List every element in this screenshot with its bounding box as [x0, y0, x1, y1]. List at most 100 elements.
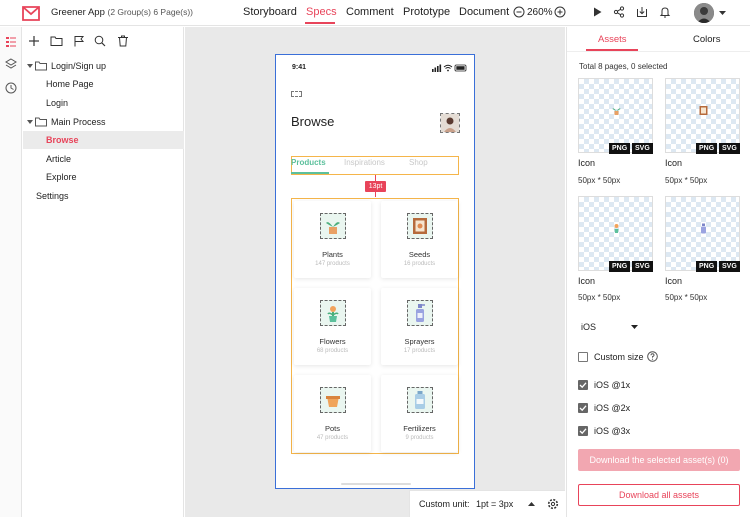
folder-icon	[35, 61, 47, 71]
asset-thumbnail[interactable]: PNG SVG	[578, 78, 653, 154]
page-row-article[interactable]: Article	[23, 150, 184, 168]
tab-colors[interactable]: Colors	[693, 34, 720, 45]
custom-size-checkbox[interactable]	[578, 352, 588, 362]
tab-comment[interactable]: Comment	[346, 6, 394, 18]
category-card-seeds[interactable]: Seeds 16 products	[381, 201, 458, 278]
category-name: Seeds	[408, 250, 431, 259]
flower-pot-icon	[320, 300, 346, 326]
category-card-plants[interactable]: Plants 147 products	[294, 201, 371, 278]
download-selected-button[interactable]: Download the selected asset(s) (0)	[578, 449, 740, 471]
scale-1x-checkbox[interactable]	[578, 380, 588, 390]
zoom-level: 260%	[527, 7, 553, 18]
tab-assets[interactable]: Assets	[598, 34, 627, 45]
play-icon[interactable]	[591, 6, 603, 18]
png-badge[interactable]: PNG	[696, 143, 718, 154]
page-label: Browse	[46, 135, 79, 145]
asset-size: 50px * 50px	[665, 293, 708, 302]
settings-gear-icon[interactable]	[547, 498, 559, 510]
left-rail	[0, 27, 22, 517]
user-avatar[interactable]	[694, 3, 714, 23]
folder-icon	[35, 117, 47, 127]
page-label: Settings	[36, 191, 69, 201]
png-badge[interactable]: PNG	[609, 143, 631, 154]
pages-list-icon[interactable]	[5, 36, 17, 48]
download-icon[interactable]	[636, 6, 648, 18]
assets-summary: Total 8 pages, 0 selected	[579, 62, 668, 71]
tab-prototype[interactable]: Prototype	[403, 6, 450, 18]
svg-badge[interactable]: SVG	[719, 261, 740, 272]
download-all-button[interactable]: Download all assets	[578, 484, 740, 506]
page-row-browse[interactable]: Browse	[23, 131, 184, 149]
phone-artboard[interactable]: 9:41 Browse Products Inspirations Shop 1…	[275, 54, 475, 489]
help-icon[interactable]	[647, 351, 658, 362]
top-bar: Greener App (2 Group(s) 6 Page(s)) Story…	[0, 0, 750, 26]
history-clock-icon[interactable]	[5, 82, 17, 94]
expand-caret-icon[interactable]	[27, 120, 33, 125]
tab-shop[interactable]: Shop	[409, 158, 428, 167]
products-tab-underline	[291, 172, 329, 174]
zoom-out-icon[interactable]	[513, 6, 525, 18]
seeds-frame-icon	[698, 105, 709, 116]
group-row-login-signup[interactable]: Login/Sign up	[23, 57, 184, 75]
tab-storyboard[interactable]: Storyboard	[243, 6, 297, 18]
sprayer-icon	[407, 300, 433, 326]
asset-thumbnail[interactable]: PNG SVG	[665, 78, 740, 154]
active-tab-underline	[305, 22, 335, 24]
avatar-dropdown-icon[interactable]	[719, 11, 726, 16]
notification-bell-icon[interactable]	[659, 6, 671, 18]
fertilizer-icon	[407, 387, 433, 413]
flag-icon[interactable]	[73, 35, 85, 47]
app-logo[interactable]	[22, 6, 40, 21]
profile-avatar[interactable]	[440, 113, 460, 133]
page-row-settings[interactable]: Settings	[23, 187, 184, 205]
new-folder-icon[interactable]	[50, 35, 63, 47]
unit-dropdown-icon[interactable]	[528, 502, 535, 507]
tab-products[interactable]: Products	[291, 158, 326, 167]
svg-badge[interactable]: SVG	[632, 261, 653, 272]
pages-panel: Login/Sign up Home Page Login Main Proce…	[23, 27, 184, 517]
pot-icon	[320, 387, 346, 413]
custom-unit-bar: Custom unit: 1pt = 3px	[409, 490, 565, 517]
menu-icon[interactable]	[291, 91, 302, 97]
scale-3x-checkbox[interactable]	[578, 426, 588, 436]
svg-badge[interactable]: SVG	[719, 143, 740, 154]
unit-value[interactable]: 1pt = 3px	[476, 499, 513, 509]
png-badge[interactable]: PNG	[609, 261, 631, 272]
expand-caret-icon[interactable]	[27, 64, 33, 69]
category-name: Pots	[324, 424, 340, 433]
png-badge[interactable]: PNG	[696, 261, 718, 272]
seeds-frame-icon	[407, 213, 433, 239]
svg-badge[interactable]: SVG	[632, 143, 653, 154]
asset-thumbnail[interactable]: PNG SVG	[665, 196, 740, 272]
zoom-in-icon[interactable]	[554, 6, 566, 18]
asset-thumbnail[interactable]: PNG SVG	[578, 196, 653, 272]
category-count: 147 products	[315, 261, 350, 267]
spacing-badge: 13pt	[365, 181, 386, 192]
layers-icon[interactable]	[5, 58, 17, 70]
category-card-sprayers[interactable]: Sprayers 17 products	[381, 288, 458, 365]
asset-name: Icon	[665, 158, 683, 168]
search-icon[interactable]	[94, 35, 106, 47]
trash-icon[interactable]	[117, 35, 129, 47]
tab-inspirations[interactable]: Inspirations	[344, 158, 385, 167]
page-row-login[interactable]: Login	[23, 94, 184, 112]
tab-specs[interactable]: Specs	[306, 6, 337, 18]
page-row-home[interactable]: Home Page	[23, 75, 184, 93]
scale-1x-label: iOS @1x	[594, 380, 631, 390]
category-count: 68 products	[316, 348, 349, 354]
platform-select[interactable]: iOS	[578, 320, 640, 334]
add-icon[interactable]	[28, 35, 40, 47]
category-card-fertilizers[interactable]: Fertilizers 9 products	[381, 375, 458, 452]
scale-2x-checkbox[interactable]	[578, 403, 588, 413]
sprayer-icon	[698, 223, 709, 234]
page-label: Article	[46, 154, 72, 164]
tab-document[interactable]: Document	[459, 6, 509, 18]
project-title[interactable]: Greener App (2 Group(s) 6 Page(s))	[51, 7, 193, 18]
page-row-explore[interactable]: Explore	[23, 168, 184, 186]
home-indicator	[341, 483, 411, 485]
category-card-pots[interactable]: Pots 47 products	[294, 375, 371, 452]
asset-name: Icon	[578, 276, 596, 286]
category-card-flowers[interactable]: Flowers 68 products	[294, 288, 371, 365]
share-icon[interactable]	[613, 6, 625, 18]
group-row-main-process[interactable]: Main Process	[23, 113, 184, 131]
